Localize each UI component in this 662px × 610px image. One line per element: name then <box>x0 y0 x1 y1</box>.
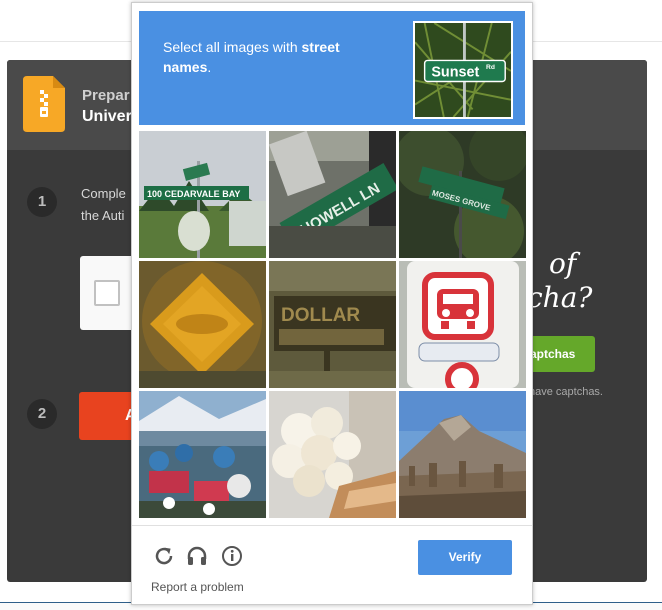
reload-icon[interactable] <box>152 544 176 568</box>
image-tile-9[interactable] <box>399 391 526 518</box>
verify-button[interactable]: Verify <box>418 540 512 575</box>
image-tile-4[interactable] <box>139 261 266 388</box>
image-tile-1[interactable]: 100 CEDARVALE BAY <box>139 131 266 258</box>
tile-5-sign-text: DOLLAR <box>281 305 360 326</box>
instruction-prefix: Select all images with <box>163 39 302 55</box>
instruction-suffix: . <box>207 59 212 75</box>
recaptcha-checkbox[interactable] <box>94 280 120 306</box>
cursive-line-1: of <box>549 247 577 280</box>
info-icon[interactable] <box>220 544 244 568</box>
footer-divider <box>132 525 532 526</box>
captcha-challenge-dialog: Select all images with street names. Sun… <box>131 2 533 605</box>
example-sign-suffix: Rd <box>486 64 495 71</box>
challenge-header: Select all images with street names. Sun… <box>139 11 525 125</box>
image-tile-2[interactable]: HOWELL LN <box>269 131 396 258</box>
headphones-icon[interactable] <box>185 544 209 568</box>
example-sign-text: Sunset <box>431 65 479 81</box>
zip-file-icon <box>23 76 65 132</box>
report-problem-link[interactable]: Report a problem <box>151 580 244 594</box>
example-image: Sunset Rd <box>413 21 513 119</box>
image-tile-5[interactable]: DOLLAR <box>269 261 396 388</box>
challenge-instruction: Select all images with street names. <box>163 37 383 77</box>
image-tile-8[interactable] <box>269 391 396 518</box>
image-tile-6[interactable] <box>399 261 526 388</box>
image-grid: 100 CEDARVALE BAY HOWELL LN MOSES GROVE … <box>139 131 527 519</box>
captcha-note: have captchas. <box>529 386 603 398</box>
page-title-line-1: Prepar <box>82 87 130 104</box>
download-button[interactable]: A <box>79 392 139 440</box>
cursive-line-2: cha? <box>527 281 593 314</box>
step-1-number: 1 <box>27 187 57 217</box>
tile-1-sign-text: 100 CEDARVALE BAY <box>147 189 240 199</box>
image-tile-7[interactable] <box>139 391 266 518</box>
page-title-line-2: Univer <box>82 108 132 125</box>
step-2-number: 2 <box>27 399 57 429</box>
image-tile-3[interactable]: MOSES GROVE <box>399 131 526 258</box>
